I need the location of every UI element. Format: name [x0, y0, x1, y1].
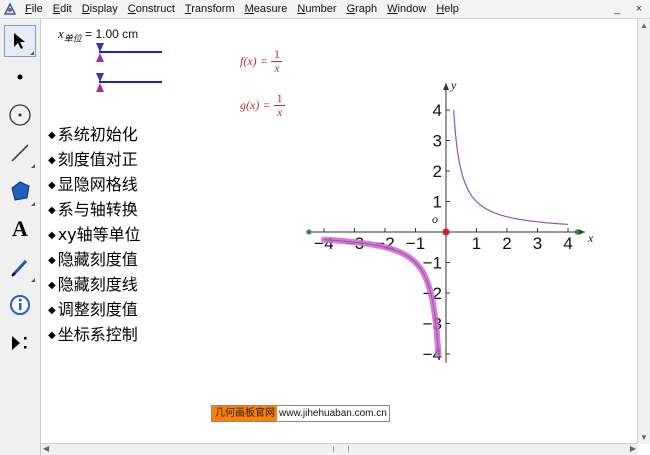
- curve-g-thick: [321, 236, 442, 357]
- y-tick-label: −1: [423, 254, 442, 273]
- curve-f: [453, 109, 569, 225]
- y-tick-label: 3: [433, 132, 442, 151]
- x-tick-label: 2: [502, 234, 511, 253]
- scroll-grip[interactable]: [333, 446, 349, 452]
- y-tick-label: 1: [433, 193, 442, 212]
- y-axis-label: y: [450, 78, 457, 92]
- y-tick-label: 2: [433, 162, 442, 181]
- scroll-up-icon[interactable]: ▲: [640, 21, 648, 30]
- x-tick-label: −1: [406, 234, 425, 253]
- scroll-right-icon[interactable]: ▶: [630, 444, 636, 453]
- x-tick-label: 3: [533, 234, 542, 253]
- x-tick-label: 1: [472, 234, 481, 253]
- x-tick-label: 4: [563, 234, 572, 253]
- origin-point: [442, 228, 450, 236]
- vertical-scrollbar[interactable]: ▲ ▼: [637, 19, 650, 444]
- y-tick-label: 4: [433, 101, 442, 120]
- website-watermark: 几何画板官网 www.jihehuaban.com.cn: [211, 405, 390, 422]
- axis-end-point-left: [306, 229, 312, 235]
- scroll-down-icon[interactable]: ▼: [640, 433, 648, 442]
- curve-g-core: [323, 239, 439, 355]
- coordinate-graph[interactable]: −4 −3 −2 −1 1 2 3 4−4−3−2−11234oxy: [0, 0, 650, 455]
- origin-label: o: [432, 212, 438, 226]
- x-axis-label: x: [587, 231, 594, 245]
- y-axis-arrow: [443, 82, 449, 90]
- scroll-left-icon[interactable]: ◀: [43, 444, 49, 453]
- horizontal-scrollbar[interactable]: ◀ ▶: [41, 443, 638, 455]
- axis-end-point-right: [574, 229, 580, 235]
